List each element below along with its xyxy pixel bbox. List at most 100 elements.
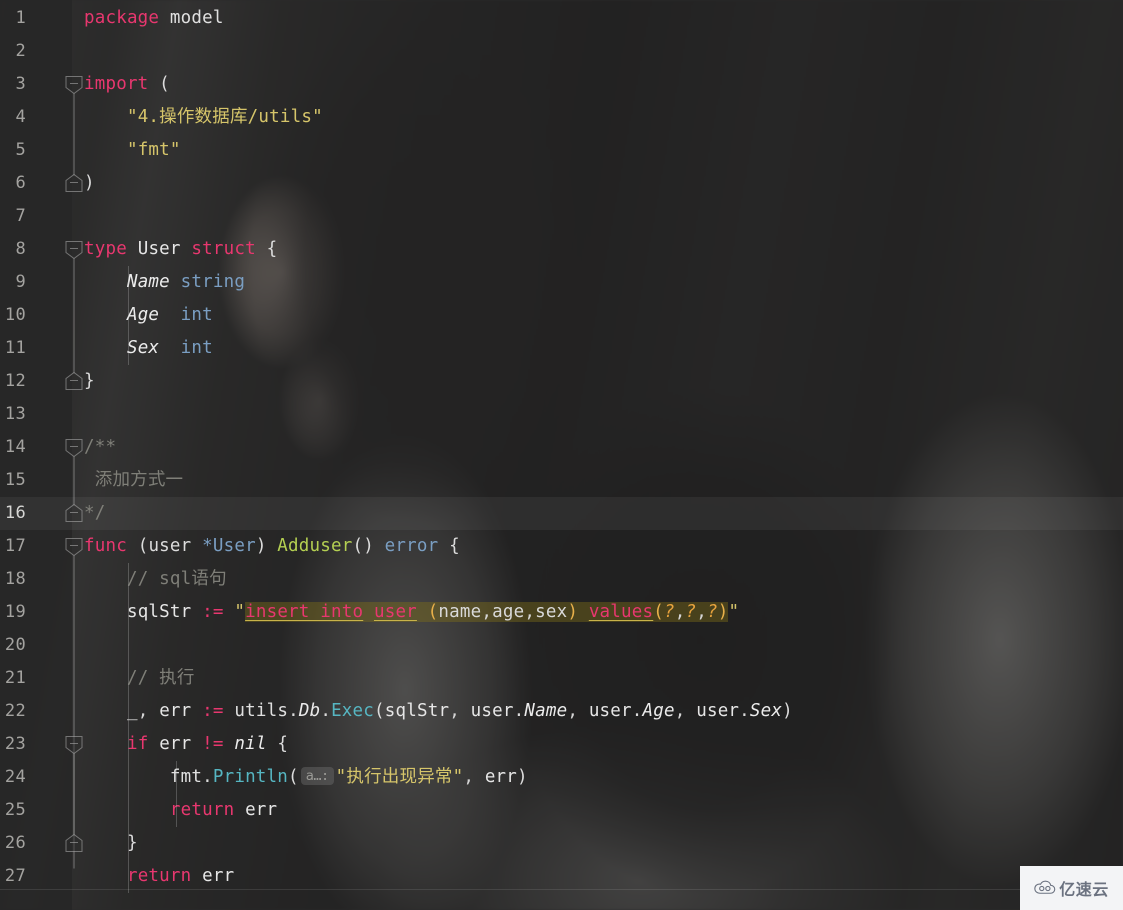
code-line[interactable] — [0, 398, 1123, 431]
token-paren_open: ( — [374, 701, 385, 721]
code-line-content: /** — [0, 431, 116, 464]
code-line[interactable]: sqlStr := "insert into user (name,age,se… — [0, 596, 1123, 629]
token-arg_sqlstr: sqlStr — [384, 701, 450, 721]
token-type_string: string — [180, 272, 246, 292]
code-line-content: 添加方式一 — [0, 464, 183, 497]
token-paren_open: ( — [288, 767, 299, 787]
code-line[interactable] — [0, 200, 1123, 233]
code-line[interactable]: type User struct { — [0, 233, 1123, 266]
token-fmt: fmt — [169, 767, 203, 787]
token-comment_sql: // sql语句 — [126, 569, 227, 589]
token-doc_close: */ — [84, 503, 106, 523]
code-line[interactable]: return err — [0, 794, 1123, 827]
token-receiver: (user — [137, 536, 203, 556]
indent-guide — [176, 761, 177, 827]
token-dot: . — [739, 701, 750, 721]
code-line-content: package model — [0, 2, 224, 35]
code-line-content: fmt.Println(a…: "执行出现异常", err) — [169, 767, 528, 787]
code-line[interactable]: import ( — [0, 68, 1123, 101]
code-line[interactable]: // 执行 — [0, 662, 1123, 695]
token-paren_close: ) — [84, 173, 95, 193]
token-quote: " — [728, 602, 740, 622]
code-line[interactable]: "4.操作数据库/utils" — [0, 101, 1123, 134]
token-sql_q: ? — [685, 602, 697, 622]
code-editor-window[interactable]: 1 2 3 4 5 6 7 8 9 10 11 12 13 14 15 16 17 18 19 20 21 22 23 24 2… — [0, 0, 1123, 910]
token-field_age: Age — [642, 701, 675, 721]
token-neq: != — [202, 734, 224, 754]
token-pkg_utils: utils — [234, 701, 289, 721]
token-user: user — [470, 701, 514, 721]
code-line[interactable]: 添加方式一 — [0, 464, 1123, 497]
code-line-content: "fmt" — [0, 134, 181, 167]
code-line[interactable] — [0, 35, 1123, 68]
token-brace_open: { — [277, 734, 289, 754]
code-line[interactable]: Sex int — [0, 332, 1123, 365]
code-line[interactable]: } — [0, 365, 1123, 398]
code-line[interactable]: Age int — [0, 299, 1123, 332]
token-user_type: User — [137, 239, 181, 259]
token-import_fmt: "fmt" — [126, 140, 181, 160]
token-err: err — [159, 734, 192, 754]
token-db: Db — [298, 701, 321, 721]
token-field_name: Name — [126, 272, 170, 292]
token-sql_insert_into: insert into — [245, 602, 364, 622]
indent-guide — [128, 563, 129, 893]
token-return_type: error — [384, 536, 439, 556]
code-line[interactable]: package model — [0, 2, 1123, 35]
code-line-content: "4.操作数据库/utils" — [0, 101, 323, 134]
token-func-args: () — [352, 536, 385, 556]
token-sql_q: ? — [663, 602, 675, 622]
code-line[interactable]: if err != nil { — [0, 728, 1123, 761]
token-import: import — [84, 74, 149, 94]
token-paren_close: ) — [782, 701, 793, 721]
token-field_name: Name — [524, 701, 568, 721]
code-line[interactable]: /** — [0, 431, 1123, 464]
token-struct: struct — [191, 239, 256, 259]
token-package: package — [84, 8, 160, 28]
token-func: func — [84, 536, 127, 556]
token-err: err — [484, 767, 518, 787]
token-sql_values_close: ) — [717, 602, 729, 622]
code-line-content: // sql语句 — [0, 563, 227, 596]
code-line[interactable]: _, err := utils.Db.Exec(sqlStr, user.Nam… — [0, 695, 1123, 728]
token-err: err — [245, 800, 278, 820]
code-line[interactable]: func (user *User) Adduser() error { — [0, 530, 1123, 563]
token-err: err — [202, 866, 235, 886]
code-line-content: _, err := utils.Db.Exec(sqlStr, user.Nam… — [126, 701, 793, 721]
code-line-content: } — [0, 365, 95, 398]
code-line[interactable] — [0, 629, 1123, 662]
token-assign: := — [202, 602, 224, 622]
code-text-area[interactable]: package model import ( "4.操作数据库/utils" "f… — [0, 0, 1123, 910]
token-str_error: "执行出现异常" — [335, 767, 464, 787]
code-line[interactable]: "fmt" — [0, 134, 1123, 167]
code-line-content: // 执行 — [0, 662, 195, 695]
token-println: Println — [212, 767, 289, 787]
code-line-content: func (user *User) Adduser() error { — [0, 530, 460, 563]
token-doc_open: /** — [84, 437, 117, 457]
token-user: user — [696, 701, 740, 721]
token-user: user — [588, 701, 632, 721]
token-err: err — [159, 701, 192, 721]
token-brace_open: { — [266, 239, 278, 259]
token-if: if — [126, 734, 149, 754]
code-line[interactable]: Name string — [0, 266, 1123, 299]
viewport-bottom-rule — [0, 889, 1123, 890]
code-line[interactable]: */ — [0, 497, 1123, 530]
code-line-content: Age int — [0, 299, 213, 332]
code-line-content: Name string — [0, 266, 245, 299]
sql-injected-fragment: insert into user (name,age,sex) values(?… — [245, 602, 729, 622]
token-doc_body: 添加方式一 — [94, 470, 184, 490]
watermark-text: 亿速云 — [1059, 880, 1109, 899]
token-brace_open: { — [449, 536, 460, 556]
token-sql_values_open: ( — [653, 602, 664, 622]
code-line[interactable]: // sql语句 — [0, 563, 1123, 596]
token-sql_values: values — [588, 602, 654, 622]
code-line[interactable]: ) — [0, 167, 1123, 200]
token-receiver-close: ) — [255, 536, 278, 556]
code-line[interactable]: fmt.Println(a…: "执行出现异常", err) — [0, 761, 1123, 794]
token-field_age: Age — [126, 305, 160, 325]
token-quote: " — [234, 602, 246, 622]
token-type_int: int — [180, 338, 213, 358]
code-line[interactable]: } — [0, 827, 1123, 860]
code-line-content: Sex int — [0, 332, 213, 365]
